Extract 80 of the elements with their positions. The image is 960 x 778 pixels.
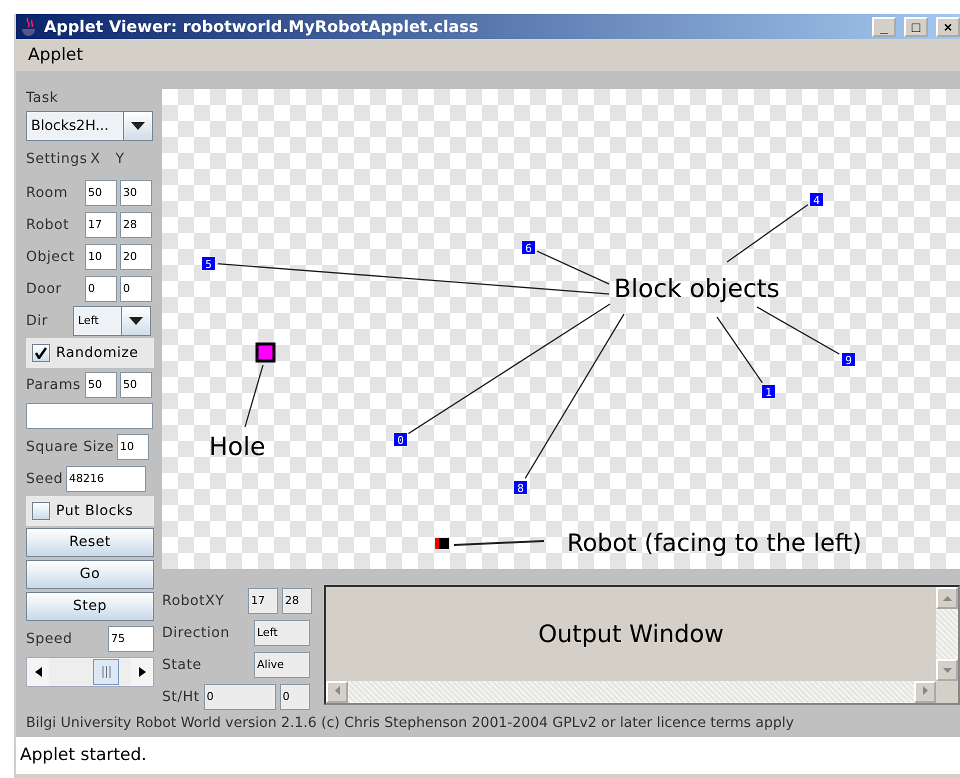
output-title: Output Window xyxy=(538,620,724,648)
field-label: Settings xyxy=(26,150,88,167)
column-label: X xyxy=(90,150,101,167)
block-marker: 5 xyxy=(202,256,215,271)
scroll-left-button[interactable] xyxy=(326,680,348,703)
field-label: Dir xyxy=(26,312,49,329)
input-field[interactable]: 10 xyxy=(116,434,149,460)
footer-text: Bilgi University Robot World version 2.1.6 (c) Chris Stephenson 2001-2004 GPLv2 or later licence terms apply xyxy=(25,714,795,733)
value-field[interactable]: 17 xyxy=(248,588,278,614)
input-field[interactable]: 48216 xyxy=(66,466,146,492)
dropdown-arrow-icon xyxy=(131,122,145,130)
direction-dropdown[interactable]: Left xyxy=(73,306,151,336)
close-button[interactable]: × xyxy=(936,16,960,37)
grip-icon xyxy=(102,666,111,678)
hole-label: Hole xyxy=(209,432,266,461)
value-field[interactable]: 0 xyxy=(280,684,310,710)
field-label: Speed xyxy=(26,630,74,647)
hole-marker xyxy=(256,342,276,362)
field-label: Room xyxy=(26,184,69,201)
minimize-button[interactable]: _ xyxy=(872,16,896,37)
input-field[interactable]: 17 xyxy=(85,212,117,238)
down-arrow-icon xyxy=(942,668,952,673)
block-marker: 8 xyxy=(514,480,527,495)
input-field[interactable]: 28 xyxy=(120,212,152,238)
input-field[interactable]: 50 xyxy=(120,372,152,398)
block-marker: 4 xyxy=(810,192,823,207)
right-arrow-icon xyxy=(922,686,928,696)
field-label: Robot xyxy=(26,216,70,233)
speed-slider[interactable] xyxy=(26,656,154,687)
block-marker: 0 xyxy=(394,432,407,447)
checkbox[interactable]: Put Blocks xyxy=(26,496,154,526)
action-button[interactable]: Reset xyxy=(26,528,154,557)
block-marker: 9 xyxy=(842,352,855,367)
left-arrow-icon xyxy=(34,666,42,677)
field-label: Task xyxy=(26,90,58,106)
robot-marker xyxy=(435,538,449,549)
input-field[interactable]: 30 xyxy=(120,180,152,206)
field-label: Object xyxy=(26,248,76,265)
robot-label: Robot (facing to the left) xyxy=(567,528,862,557)
action-button[interactable]: Go xyxy=(26,560,154,589)
blocks-label: Block objects xyxy=(614,274,780,303)
block-marker: 1 xyxy=(762,384,775,399)
column-label: Y xyxy=(116,150,125,167)
value-field[interactable]: 0 xyxy=(204,684,276,710)
field-label: St/Ht xyxy=(162,688,200,705)
value-field[interactable]: Left xyxy=(254,620,310,646)
scroll-right-button[interactable] xyxy=(914,680,936,703)
input-field[interactable] xyxy=(26,402,153,429)
field-label: Seed xyxy=(26,470,63,487)
field-label: Door xyxy=(26,280,63,297)
field-label: Direction xyxy=(162,624,231,641)
dropdown-arrow-icon xyxy=(129,316,143,325)
input-field[interactable]: 10 xyxy=(85,244,117,270)
input-field[interactable]: 50 xyxy=(85,372,117,398)
input-field[interactable]: 0 xyxy=(120,276,152,302)
task-dropdown[interactable]: Blocks2H... xyxy=(26,110,153,141)
maximize-button[interactable]: □ xyxy=(904,16,928,37)
field-label: RobotXY xyxy=(162,592,226,609)
value-field[interactable]: 28 xyxy=(282,588,312,614)
left-arrow-icon xyxy=(334,686,340,696)
right-arrow-icon xyxy=(138,666,146,677)
window-title: Applet Viewer: robotworld.MyRobotApplet.class xyxy=(44,17,480,36)
field-label: Square Size xyxy=(26,438,114,455)
value-field[interactable]: Alive xyxy=(254,652,310,678)
check-icon xyxy=(35,346,47,359)
input-field[interactable]: 0 xyxy=(85,276,117,302)
checkbox[interactable]: Randomize xyxy=(26,338,154,368)
input-field[interactable]: 50 xyxy=(85,180,117,206)
coffee-cup-icon xyxy=(20,16,38,37)
menu-item[interactable]: Applet xyxy=(28,45,84,66)
field-label: State xyxy=(162,656,203,673)
input-field[interactable]: 75 xyxy=(108,626,154,652)
action-button[interactable]: Step xyxy=(26,592,154,621)
scroll-up-button[interactable] xyxy=(936,586,958,609)
scroll-down-button[interactable] xyxy=(936,658,958,681)
block-marker: 6 xyxy=(522,240,535,255)
input-field[interactable]: 20 xyxy=(120,244,152,270)
up-arrow-icon xyxy=(942,596,952,601)
leader-line xyxy=(244,364,264,427)
field-label: Params xyxy=(26,376,82,393)
